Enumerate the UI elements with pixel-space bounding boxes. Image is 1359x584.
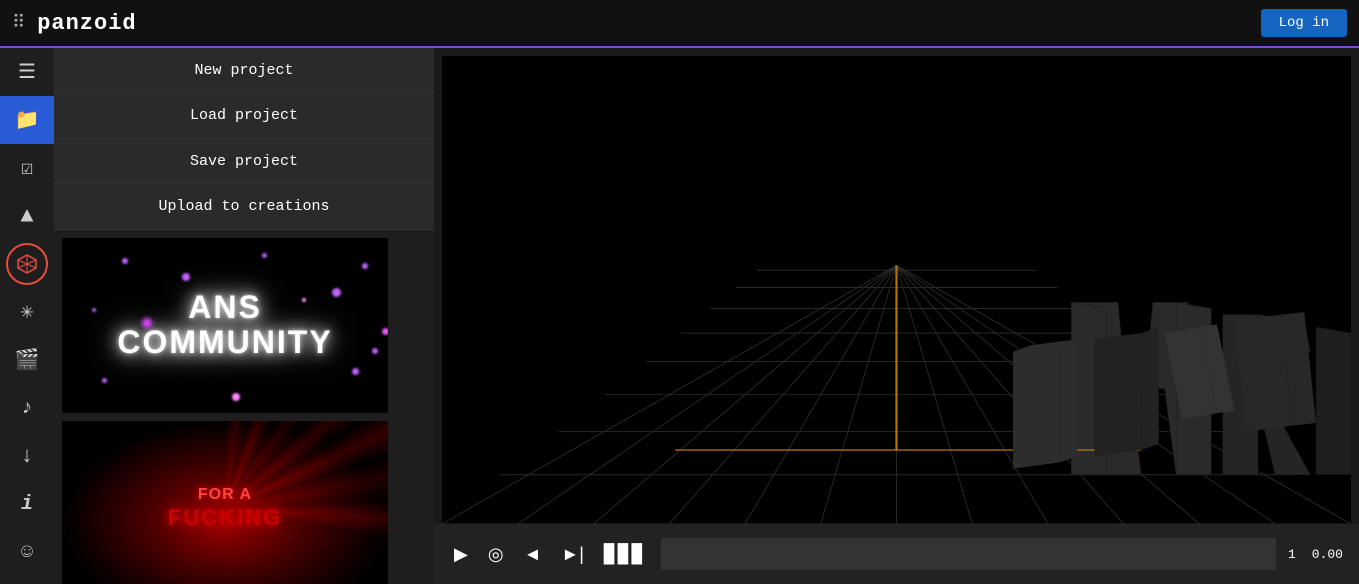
menu-icon: ☰ [18,59,36,85]
sidebar-item-face[interactable]: ☺ [0,528,54,576]
upload-to-creations-item[interactable]: Upload to creations [54,184,434,229]
grid-scene [442,56,1351,524]
time-display: 0.00 [1312,547,1343,562]
face-icon: ☺ [21,541,33,564]
sidebar-item-music[interactable]: ♪ [0,384,54,432]
frame-info: 1 0.00 [1288,547,1343,562]
info-icon: i [21,493,33,516]
music-icon: ♪ [21,397,33,420]
save-project-item[interactable]: Save project [54,139,434,184]
sidebar-item-video[interactable]: 🎬 [0,336,54,384]
main-area: ☰ 📁 ☑ ▲ ✳ 🎬 ♪ [0,48,1359,584]
sidebar-item-check[interactable]: ☑ [0,144,54,192]
sidebar-item-menu[interactable]: ☰ [0,48,54,96]
viewport-top-spacer [434,48,1359,56]
frame-number: 1 [1288,547,1296,562]
topbar: ⠿ panzoid Log in [0,0,1359,48]
sidebar-item-download[interactable]: ↓ [0,432,54,480]
thumbnail-list: ANSCOMMUNITY FOR A FUCKING [54,230,434,584]
viewport-area: ▶ ◎ ◄ ►| ▊▊▊ 1 0.00 [434,48,1359,584]
play-button[interactable]: ▶ [450,540,472,569]
sidebar-item-info[interactable]: i [0,480,54,528]
dropdown-panel: New project Load project Save project Up… [54,48,434,584]
player-controls: ▶ ◎ ◄ ►| ▊▊▊ 1 0.00 [434,524,1359,584]
volume-button[interactable]: ◄ [520,540,546,569]
landscape-icon: ▲ [20,204,33,229]
new-project-item[interactable]: New project [54,48,434,93]
check-icon: ☑ [21,155,33,181]
grid-icon[interactable]: ⠿ [12,12,25,34]
folder-icon: 📁 [15,107,40,133]
3d-viewport[interactable] [442,56,1351,524]
sidebar-item-landscape[interactable]: ▲ [0,192,54,240]
load-project-item[interactable]: Load project [54,93,434,138]
red-thumb-title: FOR A FUCKING [168,485,282,531]
thumbnail-red[interactable]: FOR A FUCKING [62,421,388,584]
video-icon: 🎬 [15,347,40,373]
timeline[interactable] [661,538,1276,570]
sidebar: ☰ 📁 ☑ ▲ ✳ 🎬 ♪ [0,48,54,584]
download-icon: ↓ [20,444,33,469]
sidebar-item-burst[interactable]: ✳ [0,288,54,336]
cube-icon-circle [6,243,48,285]
thumbnail-ans-community[interactable]: ANSCOMMUNITY [62,238,388,413]
eye-button[interactable]: ◎ [484,540,508,569]
step-button[interactable]: ►| [557,540,588,569]
burst-icon: ✳ [20,299,33,325]
logo: panzoid [37,11,1260,36]
sidebar-item-cube[interactable] [0,240,54,288]
login-button[interactable]: Log in [1261,9,1347,37]
sidebar-item-folder[interactable]: 📁 [0,96,54,144]
wave-button[interactable]: ▊▊▊ [600,540,650,569]
